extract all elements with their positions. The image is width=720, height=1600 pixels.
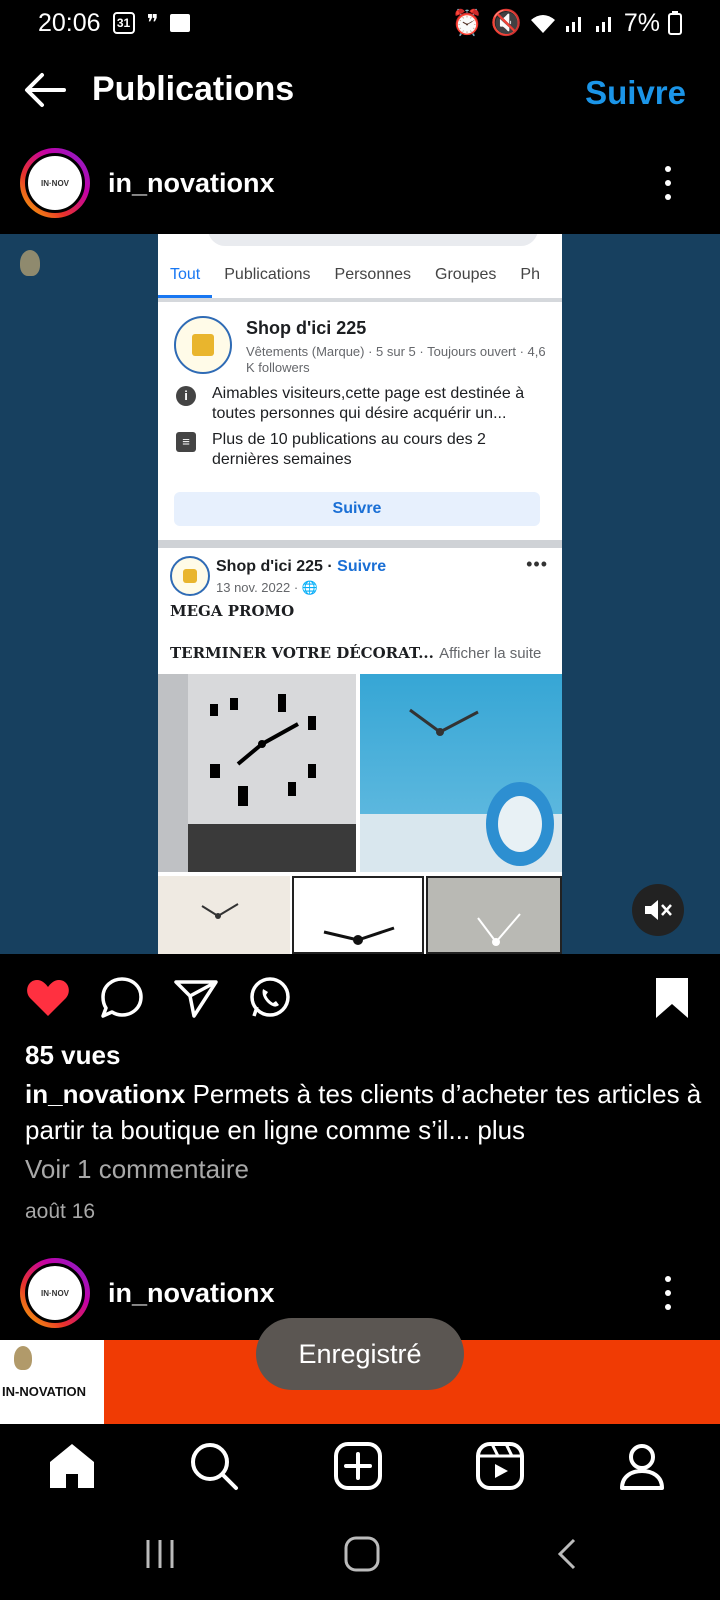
clock-image-5 [426,876,562,954]
post-media[interactable]: Tout Publications Personnes Groupes Ph S… [0,234,720,954]
embedded-tab: Publications [224,266,311,283]
clock-image-3 [158,876,290,954]
comment-icon[interactable] [98,974,146,1022]
whatsapp-icon[interactable] [246,974,294,1022]
status-time: 20:06 [38,8,101,37]
post-caption: in_novationx Permets à tes clients d’ach… [25,1076,705,1148]
mute-icon: 🔇 [490,8,522,37]
more-options-icon[interactable] [664,166,672,200]
status-bar: 20:06 31 ❞ ⏰ 🔇 7% [0,0,720,46]
embedded-separator [158,540,562,548]
embedded-screenshot: Tout Publications Personnes Groupes Ph S… [158,234,562,954]
quote-icon: ❞ [146,10,159,35]
embedded-follow-button: Suivre [174,492,540,526]
embedded-tab: Groupes [435,266,497,283]
embedded-page-meta: Vêtements (Marque) · 5 sur 5 · Toujours … [246,344,546,375]
clock-image-2 [360,674,562,872]
avatar-logo: IN·NOV [25,153,85,213]
image-icon [170,14,191,32]
clock-image-4 [292,876,424,954]
post-username[interactable]: in_novationx [108,168,275,199]
embedded-tab: Personnes [334,266,412,283]
system-nav-bar [0,1506,720,1600]
info-icon: i [176,386,196,406]
shop-logo [174,316,232,374]
volume-mute-button[interactable] [632,884,684,936]
recent-apps-icon[interactable] [140,1536,180,1572]
caption-more-link[interactable]: plus [477,1115,525,1145]
follow-button[interactable]: Suivre [585,74,686,112]
more-options-icon[interactable] [664,1276,672,1310]
embedded-tab: Tout [158,266,213,298]
embedded-post-date: 13 nov. 2022 · 🌐 [216,580,318,595]
next-post-username[interactable]: in_novationx [108,1278,275,1309]
embedded-post-author: Shop d'ici 225 · Suivre [216,558,387,575]
arrow-left-icon[interactable] [22,70,68,110]
create-post-icon[interactable] [332,1440,384,1492]
top-header: Publications Suivre [0,60,720,122]
avatar-logo: IN·NOV [25,1263,85,1323]
globe-icon: 🌐 [301,580,318,595]
embedded-page-name: Shop d'ici 225 [246,318,367,338]
post-actions [0,974,720,1028]
innovation-logo: IN-NOVATION [0,1340,104,1424]
view-comments-link[interactable]: Voir 1 commentaire [25,1154,249,1185]
heart-filled-icon[interactable] [24,974,72,1022]
embedded-divider [158,298,562,302]
embedded-tabs: Tout Publications Personnes Groupes Ph [158,266,562,300]
reels-icon[interactable] [474,1440,526,1492]
embedded-info-1: Aimables visiteurs,cette page est destin… [212,385,525,422]
battery-level: 7% [623,8,660,37]
shop-logo-small [170,556,210,596]
signal-icon [565,17,581,32]
clock-image-1 [158,674,356,872]
bookmark-filled-icon[interactable] [648,974,696,1022]
home-button-icon[interactable] [342,1536,382,1572]
battery-icon [668,11,682,35]
wifi-icon [530,15,555,33]
embedded-tab: Ph [520,266,540,283]
signal-icon-2 [595,17,611,32]
page-title: Publications [92,70,295,108]
volume-off-icon [645,900,672,920]
avatar[interactable]: IN·NOV [20,148,90,218]
embedded-more-icon: ••• [526,554,548,574]
embedded-promo-title: MEGA PROMO [170,602,295,620]
embedded-info-2: Plus de 10 publications au cours des 2 d… [212,431,486,468]
home-icon[interactable] [46,1440,98,1492]
posts-icon: ≡ [176,432,196,452]
bottom-nav [0,1424,720,1506]
back-button-icon[interactable] [548,1536,588,1572]
send-icon[interactable] [172,974,220,1022]
search-icon[interactable] [188,1440,240,1492]
alarm-icon: ⏰ [451,8,483,37]
post-header: IN·NOV in_novationx [0,146,720,220]
watermark-logo [12,250,108,280]
caption-username[interactable]: in_novationx [25,1079,185,1109]
views-count: 85 vues [25,1040,121,1070]
embedded-promo-text: TERMINER VOTRE DÉCORAT... Afficher la su… [170,644,542,662]
profile-icon[interactable] [616,1440,668,1492]
avatar[interactable]: IN·NOV [20,1258,90,1328]
post-date: août 16 [25,1200,96,1223]
saved-toast: Enregistré [256,1318,464,1390]
embedded-search-bar [208,234,538,246]
calendar-icon: 31 [112,12,135,34]
